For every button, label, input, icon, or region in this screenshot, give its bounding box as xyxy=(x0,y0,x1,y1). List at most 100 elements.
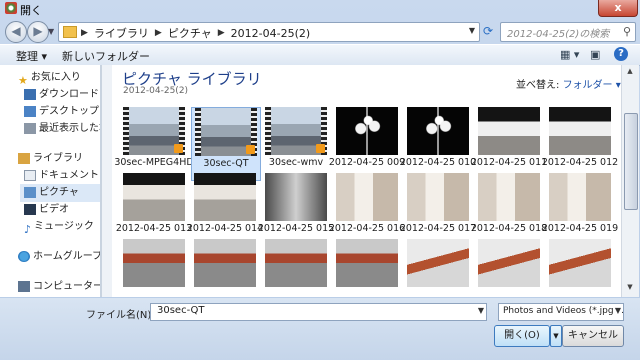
file-tile[interactable]: 2012-04-25 014 xyxy=(187,173,263,245)
breadcrumb-separator-icon[interactable]: ▶ xyxy=(218,28,225,38)
image-thumbnail xyxy=(336,239,398,287)
back-arrow-icon[interactable]: ◀ xyxy=(5,21,27,43)
file-tile[interactable]: 2012-04-25 018 xyxy=(471,173,547,245)
documents-icon xyxy=(24,169,36,181)
sidebar-item-documents[interactable]: ドキュメント xyxy=(24,167,99,185)
history-dropdown-icon[interactable]: ▼ xyxy=(48,27,54,36)
image-thumbnail xyxy=(549,107,611,155)
file-name: 2012-04-25 015 xyxy=(257,223,335,234)
scroll-down-icon[interactable]: ▼ xyxy=(624,283,636,295)
arrange-by: 並べ替え: フォルダー ▾ xyxy=(516,76,621,91)
sidebar-item-homegroup[interactable]: ホームグループ xyxy=(18,248,100,266)
open-button[interactable]: 開く(O) xyxy=(494,325,550,347)
file-tile[interactable]: 2012-04-25 013 xyxy=(116,173,192,245)
open-file-dialog: 開く x ◀ ▶ ▼ ▶ ライブラリ ▶ ピクチャ ▶ 2012-04-25(2… xyxy=(0,0,640,360)
filename-field[interactable]: 30sec-QT ▼ xyxy=(150,303,487,321)
file-tile[interactable] xyxy=(262,239,330,297)
help-icon[interactable]: ? xyxy=(614,47,628,61)
image-thumbnail xyxy=(478,107,540,155)
image-thumbnail xyxy=(265,239,327,287)
chevron-down-icon[interactable]: ▼ xyxy=(478,306,484,315)
video-thumbnail xyxy=(265,107,327,155)
sidebar-item-label: ピクチャ xyxy=(39,187,79,198)
view-options-icon[interactable]: ▦ ▾ xyxy=(560,48,579,61)
file-tile[interactable] xyxy=(120,239,188,297)
vertical-scrollbar[interactable]: ▲ ▼ xyxy=(621,65,639,297)
preview-pane-icon[interactable]: ▣ xyxy=(590,48,600,61)
sidebar-item-label: お気に入り xyxy=(30,72,81,83)
scroll-up-icon[interactable]: ▲ xyxy=(624,67,636,79)
breadcrumb-item[interactable]: 2012-04-25(2) xyxy=(231,27,311,40)
refresh-icon[interactable]: ⟳ xyxy=(480,23,496,39)
file-tile[interactable]: 30sec-MPEG4HD xyxy=(114,107,194,179)
file-name: 2012-04-25 018 xyxy=(470,223,548,234)
breadcrumb-separator-icon[interactable]: ▶ xyxy=(155,28,162,38)
file-tile[interactable]: 2012-04-25 009 xyxy=(329,107,405,179)
file-tile[interactable]: 2012-04-25 010 xyxy=(400,107,476,179)
file-tile[interactable]: 2012-04-25 011 xyxy=(471,107,547,179)
open-options-dropdown-icon[interactable]: ▼ xyxy=(550,325,562,347)
play-badge-icon xyxy=(174,144,183,153)
file-tile[interactable]: 2012-04-25 016 xyxy=(329,173,405,245)
forward-arrow-icon[interactable]: ▶ xyxy=(27,21,49,43)
arrange-by-dropdown[interactable]: フォルダー ▾ xyxy=(563,80,621,91)
file-name: 2012-04-25 019 xyxy=(541,223,619,234)
sidebar-item-computer[interactable]: コンピューター xyxy=(18,278,100,296)
sidebar-item-downloads[interactable]: ダウンロード xyxy=(24,86,99,104)
recent-places-icon xyxy=(24,122,36,134)
sidebar-item-label: ドキュメント xyxy=(39,170,99,181)
file-tile[interactable]: 30sec-QT xyxy=(191,107,261,181)
search-input[interactable]: 2012-04-25(2)の検索 ⚲ xyxy=(500,22,636,42)
sidebar-item-label: ビデオ xyxy=(39,204,69,215)
scrollbar-thumb[interactable] xyxy=(624,113,638,210)
sidebar-item-label: ダウンロード xyxy=(39,89,99,100)
sidebar-item-videos[interactable]: ビデオ xyxy=(24,201,69,219)
file-tile[interactable] xyxy=(546,239,614,297)
sidebar-item-recent-places[interactable]: 最近表示した場所 xyxy=(24,120,100,138)
navigation-pane: ★お気に入り ダウンロード デスクトップ 最近表示した場所 ライブラリ ドキュメ… xyxy=(0,65,101,297)
chrome-app-icon xyxy=(5,2,17,14)
desktop-icon xyxy=(24,105,36,117)
image-thumbnail xyxy=(336,107,398,155)
sidebar-item-libraries[interactable]: ライブラリ xyxy=(18,150,83,168)
sidebar-item-label: ライブラリ xyxy=(33,153,83,164)
chevron-down-icon[interactable]: ▼ xyxy=(612,306,621,315)
image-thumbnail xyxy=(336,173,398,221)
sidebar-item-favorites[interactable]: ★ お気に入り xyxy=(18,69,81,87)
breadcrumb-separator-icon[interactable]: ▶ xyxy=(81,28,88,38)
search-icon[interactable]: ⚲ xyxy=(623,25,631,38)
sidebar-item-music[interactable]: ♪ ミュージック xyxy=(24,218,94,236)
image-thumbnail xyxy=(407,239,469,287)
file-type-filter[interactable]: Photos and Videos (*.jpg;*.jpeg; ▼ xyxy=(498,303,624,321)
file-tile[interactable]: 2012-04-25 019 xyxy=(542,173,618,245)
file-tile[interactable]: 2012-04-25 012 xyxy=(542,107,618,179)
image-thumbnail xyxy=(407,107,469,155)
dialog-footer: ファイル名(N): 30sec-QT ▼ Photos and Videos (… xyxy=(0,298,640,360)
file-tile[interactable]: 30sec-wmv xyxy=(262,107,330,179)
file-tile[interactable] xyxy=(191,239,259,297)
address-dropdown-icon[interactable]: ▼ xyxy=(469,26,475,35)
address-bar[interactable]: ▶ ライブラリ ▶ ピクチャ ▶ 2012-04-25(2) ▼ xyxy=(58,22,480,42)
file-tile[interactable] xyxy=(333,239,401,297)
pane-splitter[interactable] xyxy=(101,65,112,297)
file-tile[interactable] xyxy=(475,239,543,297)
cancel-button[interactable]: キャンセル xyxy=(562,325,624,347)
breadcrumb-item[interactable]: ライブラリ xyxy=(94,25,149,41)
file-tile[interactable]: 2012-04-25 015 xyxy=(258,173,334,245)
title-bar: 開く x xyxy=(0,0,640,18)
image-thumbnail xyxy=(194,173,256,221)
close-button[interactable]: x xyxy=(598,0,638,17)
sidebar-item-label: デスクトップ xyxy=(39,106,99,117)
file-tile[interactable] xyxy=(404,239,472,297)
sidebar-item-pictures[interactable]: ピクチャ xyxy=(20,184,100,202)
file-tile[interactable]: 2012-04-25 017 xyxy=(400,173,476,245)
breadcrumb: ▶ ライブラリ ▶ ピクチャ ▶ 2012-04-25(2) xyxy=(81,25,310,41)
file-name: 2012-04-25 013 xyxy=(115,223,193,234)
image-thumbnail xyxy=(123,239,185,287)
arrange-label: 並べ替え: xyxy=(516,80,560,91)
organize-button[interactable]: 整理 ▾ xyxy=(16,48,47,64)
breadcrumb-item[interactable]: ピクチャ xyxy=(168,25,212,41)
filename-value: 30sec-QT xyxy=(157,305,205,316)
sidebar-item-desktop[interactable]: デスクトップ xyxy=(24,103,99,121)
new-folder-button[interactable]: 新しいフォルダー xyxy=(62,48,150,64)
